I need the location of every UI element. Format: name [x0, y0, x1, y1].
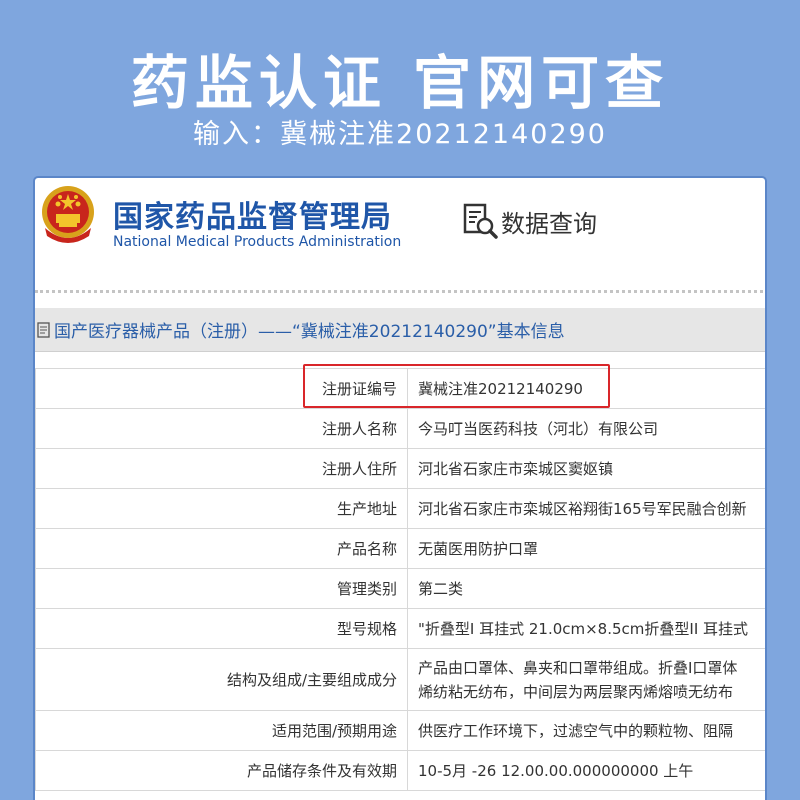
row-label: 结构及组成/主要组成成分: [35, 648, 408, 711]
row-label: 管理类别: [35, 568, 408, 609]
document-search-icon[interactable]: [461, 202, 499, 240]
row-value: 无菌医用防护口罩: [407, 528, 765, 569]
table-row: 型号规格 "折叠型I 耳挂式 21.0cm×8.5cm折叠型II 耳挂式: [35, 608, 765, 649]
screenshot-card: 国家药品监督管理局 National Medical Products Admi…: [33, 176, 767, 800]
row-label: 注册人名称: [35, 408, 408, 449]
table-row: 生产地址 河北省石家庄市栾城区裕翔街165号军民融合创新: [35, 488, 765, 529]
info-table: 注册证编号 冀械注准20212140290 注册人名称 今马叮当医药科技（河北）…: [35, 368, 765, 791]
dotted-divider: [35, 290, 765, 294]
table-row: 管理类别 第二类: [35, 568, 765, 609]
row-label: 生产地址: [35, 488, 408, 529]
row-value: 供医疗工作环境下，过滤空气中的颗粒物、阻隔: [407, 710, 765, 751]
table-row: 结构及组成/主要组成成分 产品由口罩体、鼻夹和口罩带组成。折叠I口罩体 烯纺粘无…: [35, 648, 765, 711]
national-emblem-icon: [42, 186, 94, 243]
row-value: 河北省石家庄市栾城区窦妪镇: [407, 448, 765, 489]
row-value: "折叠型I 耳挂式 21.0cm×8.5cm折叠型II 耳挂式: [407, 608, 765, 649]
row-label: 产品储存条件及有效期: [35, 750, 408, 791]
row-label: 产品名称: [35, 528, 408, 569]
table-row: 注册人住所 河北省石家庄市栾城区窦妪镇: [35, 448, 765, 489]
row-value-line: 烯纺粘无纺布，中间层为两层聚丙烯熔喷无纺布: [418, 682, 734, 701]
row-value-line: 产品由口罩体、鼻夹和口罩带组成。折叠I口罩体: [418, 658, 738, 677]
row-label: 注册人住所: [35, 448, 408, 489]
table-row: 产品名称 无菌医用防护口罩: [35, 528, 765, 569]
registration-number-highlight-box: [303, 364, 610, 408]
row-label: 型号规格: [35, 608, 408, 649]
site-header: 国家药品监督管理局 National Medical Products Admi…: [35, 178, 765, 288]
row-label: 适用范围/预期用途: [35, 710, 408, 751]
table-row: 产品储存条件及有效期 10-5月 -26 12.00.00.000000000 …: [35, 750, 765, 791]
row-value: 10-5月 -26 12.00.00.000000000 上午: [407, 750, 765, 791]
data-query-link[interactable]: 数据查询: [501, 204, 597, 239]
banner-subtitle: 输入：冀械注准20212140290: [193, 119, 607, 150]
org-name-en: National Medical Products Administration: [113, 234, 402, 250]
row-value: 河北省石家庄市栾城区裕翔街165号军民融合创新: [407, 488, 765, 529]
banner-title: 药监认证 官网可查: [130, 49, 670, 117]
document-icon: [37, 321, 50, 338]
row-value: 产品由口罩体、鼻夹和口罩带组成。折叠I口罩体 烯纺粘无纺布，中间层为两层聚丙烯熔…: [407, 648, 765, 711]
table-row: 注册人名称 今马叮当医药科技（河北）有限公司: [35, 408, 765, 449]
org-name-cn: 国家药品监督管理局: [113, 200, 392, 235]
table-row: 适用范围/预期用途 供医疗工作环境下，过滤空气中的颗粒物、阻隔: [35, 710, 765, 751]
section-header: 国产医疗器械产品（注册）——“冀械注准20212140290”基本信息: [35, 308, 765, 352]
row-value: 第二类: [407, 568, 765, 609]
row-value: 今马叮当医药科技（河北）有限公司: [407, 408, 765, 449]
section-title: 国产医疗器械产品（注册）——“冀械注准20212140290”基本信息: [54, 322, 565, 342]
